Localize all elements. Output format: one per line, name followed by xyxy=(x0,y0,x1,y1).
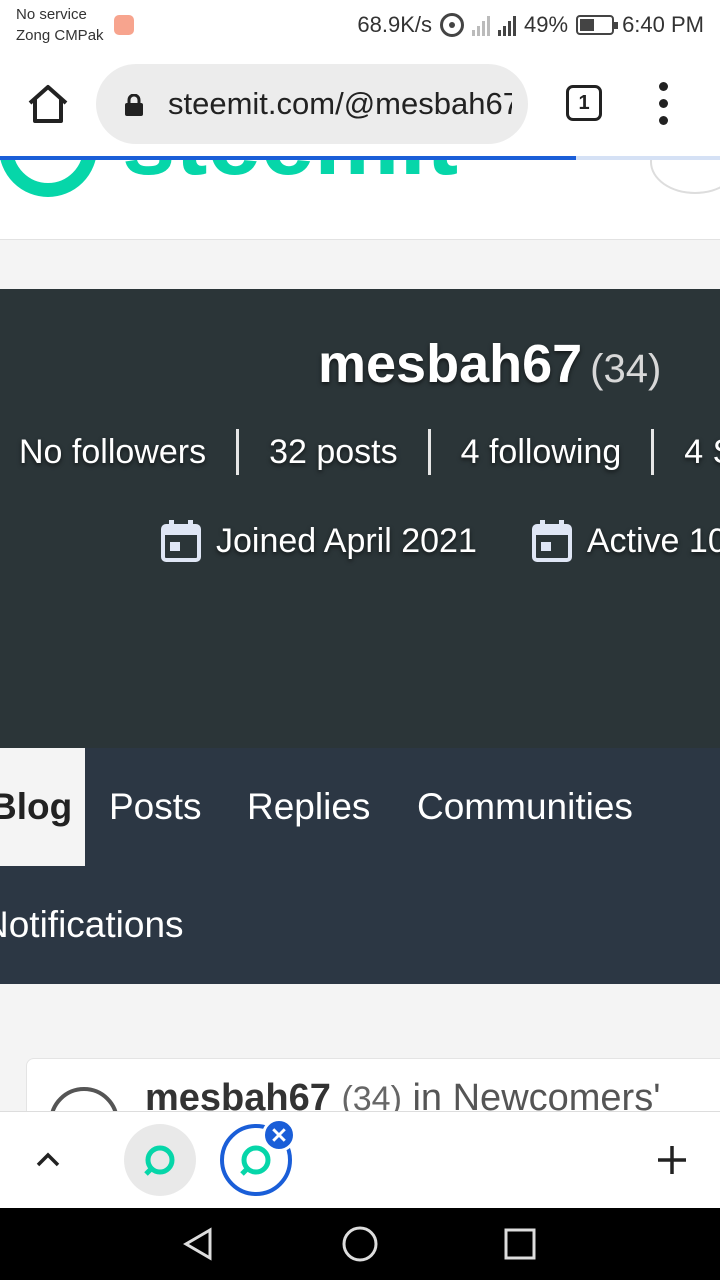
address-bar[interactable]: steemit.com/@mesbah67 xyxy=(96,64,528,144)
posts-count: 32 posts xyxy=(269,432,398,471)
battery-percent: 49% xyxy=(524,12,569,37)
service-status: No service xyxy=(16,6,87,23)
lock-icon xyxy=(125,94,143,116)
recent-apps-icon[interactable] xyxy=(502,1226,538,1262)
overflow-menu-icon[interactable] xyxy=(650,82,678,126)
calendar-icon xyxy=(531,520,572,562)
tab-switcher-button[interactable]: 1 xyxy=(566,85,602,121)
carrier-info: No service Zong CMPak xyxy=(16,4,104,46)
profile-reputation: (34) xyxy=(590,347,662,391)
joined-date: Joined April 2021 xyxy=(160,519,477,563)
notification-app-icon xyxy=(114,15,134,35)
profile-banner: mesbah67 (34) No followers 32 posts 4 fol… xyxy=(0,289,720,749)
stat-divider xyxy=(236,429,240,475)
clock: 6:40 PM xyxy=(622,12,704,37)
tab-blog[interactable]: Blog xyxy=(0,748,85,866)
profile-title: mesbah67 (34) xyxy=(318,333,661,395)
battery-icon xyxy=(576,15,619,35)
active-date: Active 10 xyxy=(531,519,720,563)
steemit-logo[interactable]: steemit xyxy=(0,160,500,214)
tab-notifications[interactable]: Notifications xyxy=(0,866,184,984)
profile-dates: Joined April 2021 Active 10 xyxy=(160,519,720,563)
home-icon[interactable] xyxy=(26,82,70,126)
profile-username: mesbah67 xyxy=(318,334,583,394)
stat-divider xyxy=(651,429,655,475)
tab-communities[interactable]: Communities xyxy=(417,748,633,866)
stat-more: 4 S xyxy=(684,432,720,471)
joined-text: Joined April 2021 xyxy=(216,521,477,560)
user-avatar[interactable] xyxy=(650,160,720,194)
status-bar: No service Zong CMPak 68.9K/s 49% 6:40 P… xyxy=(0,0,720,52)
signal-sim2-icon xyxy=(498,14,517,36)
tab-replies[interactable]: Replies xyxy=(247,748,370,866)
carrier-name: Zong CMPak xyxy=(16,27,104,44)
stat-divider xyxy=(427,429,431,475)
home-nav-icon[interactable] xyxy=(340,1224,380,1264)
tab-group-item[interactable] xyxy=(124,1124,196,1196)
url-text: steemit.com/@mesbah67 xyxy=(168,86,512,121)
browser-toolbar: steemit.com/@mesbah67 1 xyxy=(0,52,720,156)
chevron-up-icon[interactable] xyxy=(32,1144,64,1176)
back-icon[interactable] xyxy=(180,1226,216,1262)
signal-sim1-icon xyxy=(472,14,491,36)
android-navigation-bar xyxy=(0,1208,720,1280)
profile-stats: No followers 32 posts 4 following 4 S xyxy=(19,429,720,475)
close-tab-icon[interactable] xyxy=(262,1118,296,1152)
hotspot-icon xyxy=(440,13,465,37)
profile-tabs: Blog Posts Replies Communities Notificat… xyxy=(0,748,720,984)
browser-bottom-toolbar xyxy=(0,1111,720,1208)
network-speed: 68.9K/s xyxy=(357,12,433,37)
steemit-logo-icon xyxy=(0,160,96,197)
following-link[interactable]: 4 following xyxy=(461,433,622,472)
followers-link[interactable]: No followers xyxy=(19,433,206,472)
calendar-icon xyxy=(161,520,201,562)
steemit-header: steemit xyxy=(0,160,720,240)
new-tab-icon[interactable] xyxy=(654,1142,690,1178)
status-indicators: 68.9K/s 49% 6:40 PM xyxy=(357,10,704,40)
steemit-logo-text: steemit xyxy=(122,160,458,195)
tab-posts[interactable]: Posts xyxy=(109,748,202,866)
active-text: Active 10 xyxy=(586,521,720,560)
steemit-tab-icon xyxy=(144,1145,175,1176)
